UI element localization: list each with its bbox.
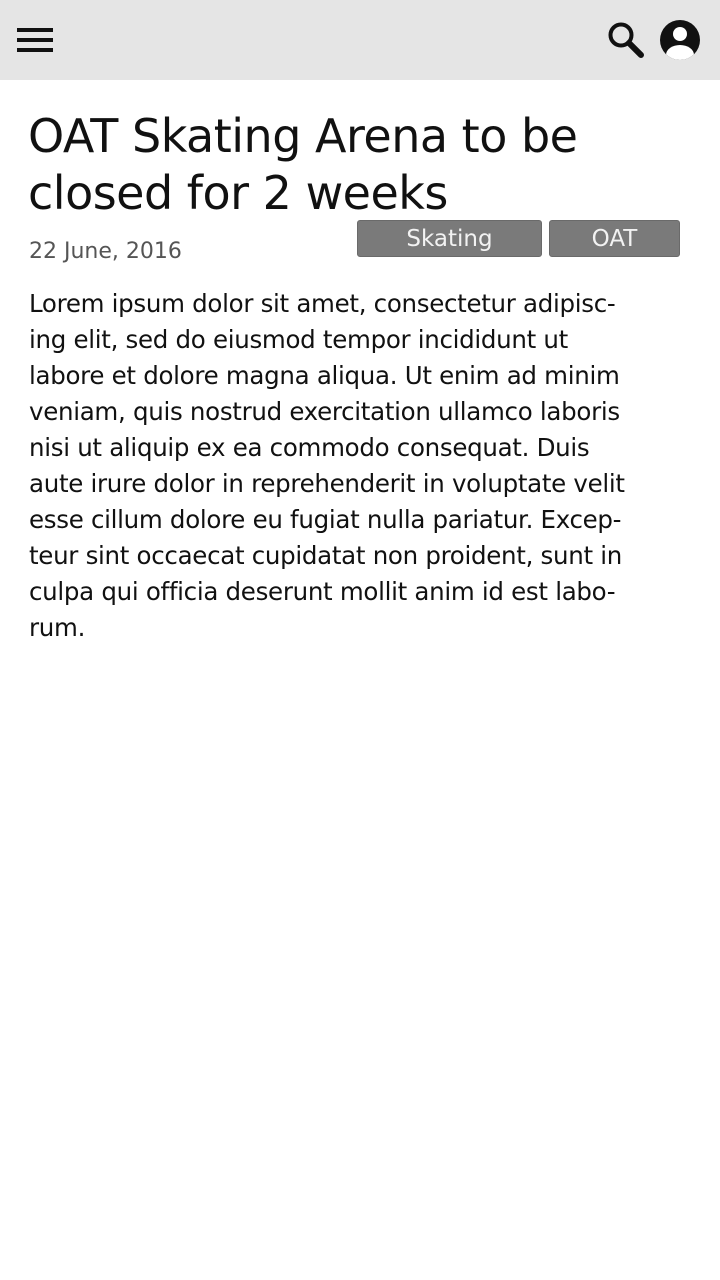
tag-skating[interactable]: Skating xyxy=(357,220,542,257)
article-title: OAT Skating Arena to be closed for 2 wee… xyxy=(28,109,578,220)
search-icon-graphic xyxy=(608,22,644,58)
tag-oat[interactable]: OAT xyxy=(549,220,680,257)
account-icon-graphic xyxy=(660,20,700,60)
menu-line xyxy=(17,28,53,32)
search-icon[interactable] xyxy=(604,18,648,62)
hamburger-menu-icon[interactable] xyxy=(14,20,56,60)
article-date: 22 June, 2016 xyxy=(29,239,182,264)
menu-line xyxy=(17,38,53,42)
menu-line xyxy=(17,48,53,52)
account-circle-icon[interactable] xyxy=(658,18,702,62)
article-body: Lorem ipsum dolor sit amet, consectetur … xyxy=(29,289,625,642)
top-app-bar xyxy=(0,0,720,80)
